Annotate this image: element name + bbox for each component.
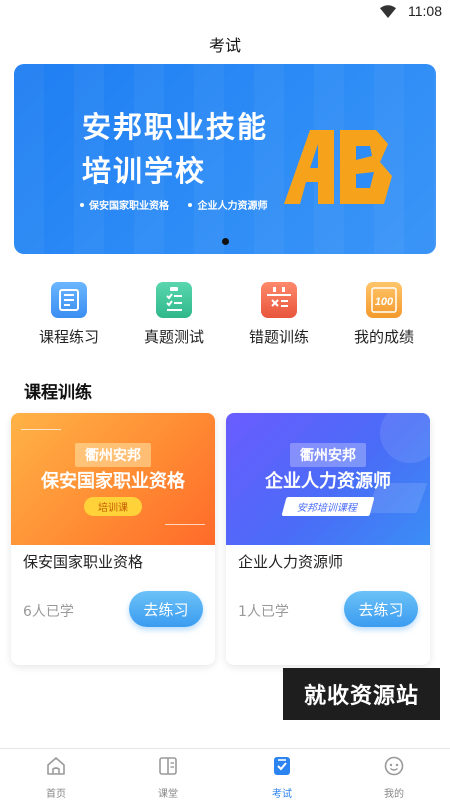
cover-tag: 衢州安邦 [75,443,151,467]
course-cover-image: 衢州安邦 企业人力资源师 安邦培训课程 [226,413,430,545]
status-bar: 11:08 [0,0,450,24]
tab-label: 考试 [272,789,292,800]
banner-sub-2: 企业人力资源师 [197,201,268,212]
cover-tag: 衢州安邦 [290,443,366,467]
cover-badge: 安邦培训课程 [281,497,375,516]
quick-nav: 课程练习 真题测试 错题训练 100 我的成绩 [0,282,450,352]
banner-sub-1: 保安国家职业资格 [89,201,169,212]
quick-nav-label: 真题测试 [143,328,204,346]
quick-nav-wrong-training[interactable]: 错题训练 [224,282,334,347]
quick-nav-label: 我的成绩 [353,328,414,346]
banner-subtitles: 保安国家职业资格 企业人力资源师 [80,197,283,212]
svg-text:100: 100 [375,296,394,308]
quick-nav-real-exam[interactable]: 真题测试 [119,282,229,347]
course-name: 保安国家职业资格 [23,553,144,571]
course-cover-image: 衢州安邦 保安国家职业资格 培训课 [11,413,215,545]
quick-nav-my-scores[interactable]: 100 我的成绩 [329,282,439,347]
exam-icon [274,757,290,775]
tab-classroom[interactable]: 课堂 [112,755,224,800]
tab-label: 首页 [46,789,66,800]
clipboard-check-icon [156,282,192,318]
book-icon [159,757,177,775]
tab-label: 课堂 [158,789,178,800]
practice-button[interactable]: 去练习 [129,591,203,627]
tab-exam[interactable]: 考试 [226,755,338,800]
course-name: 企业人力资源师 [238,553,344,571]
ab-logo-icon [284,130,392,204]
course-learned-count: 6人已学 [23,604,74,620]
cover-title: 保安国家职业资格 [41,471,185,492]
course-learned-count: 1人已学 [238,604,289,620]
course-card[interactable]: 衢州安邦 企业人力资源师 安邦培训课程 企业人力资源师 1人已学 去练习 [226,413,430,665]
quick-nav-label: 错题训练 [248,328,309,346]
quick-nav-label: 课程练习 [38,328,99,346]
carousel-indicator-dot[interactable] [222,238,229,245]
home-icon [47,757,65,775]
course-card[interactable]: 衢州安邦 保安国家职业资格 培训课 保安国家职业资格 6人已学 去练习 [11,413,215,665]
page-title: 考试 [208,36,241,55]
section-title: 课程训练 [24,383,92,403]
practice-button[interactable]: 去练习 [344,591,418,627]
score-100-icon: 100 [366,282,402,318]
cover-badge: 培训课 [84,497,142,516]
cover-title: 企业人力资源师 [265,471,391,492]
clock: 11:08 [408,3,442,19]
watermark-overlay: 就收资源站 [283,668,440,720]
banner-carousel[interactable]: 安邦职业技能 培训学校 保安国家职业资格 企业人力资源师 [14,64,436,254]
tab-label: 我的 [384,789,404,800]
banner-title-line1: 安邦职业技能 [82,110,269,144]
tab-mine[interactable]: 我的 [338,755,450,800]
quick-nav-course-practice[interactable]: 课程练习 [14,282,124,347]
banner-title-line2: 培训学校 [82,154,207,188]
wifi-icon [380,5,396,18]
bottom-tab-bar: 首页 课堂 考试 我的 [0,748,450,800]
calendar-wrong-icon [261,282,297,318]
tab-home[interactable]: 首页 [0,755,112,800]
smiley-icon [384,756,404,776]
course-practice-icon [51,282,87,318]
